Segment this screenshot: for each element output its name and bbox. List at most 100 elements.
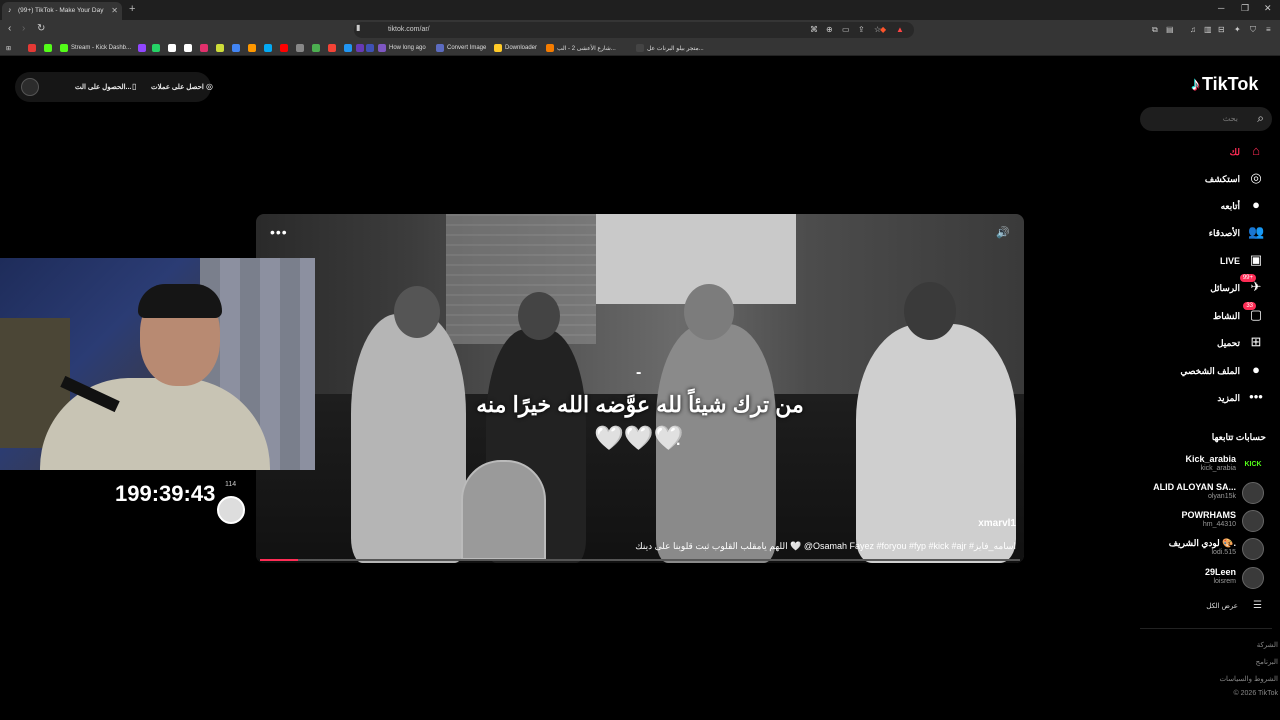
close-window-button[interactable]: ✕	[1264, 3, 1272, 14]
ai-icon[interactable]: ✦	[1234, 25, 1241, 34]
zoom-icon[interactable]: ⊕	[826, 25, 833, 34]
cast-icon[interactable]: ▭	[842, 25, 850, 34]
extensions-icon[interactable]: ⧉	[1152, 25, 1158, 35]
tabs-icon[interactable]: ⊟	[1218, 25, 1225, 34]
bookmark-item[interactable]	[264, 43, 272, 53]
bookmark-item[interactable]	[356, 43, 364, 53]
video-player[interactable]: ••• 🔊 - من ترك شيئاً لله عوَّضه الله خير…	[256, 214, 1024, 563]
account-username: lodi.515	[1211, 549, 1236, 556]
brave-shield-icon[interactable]: ◆	[880, 25, 886, 34]
bookmark-item[interactable]	[296, 43, 304, 53]
stream-avatar	[217, 496, 245, 524]
stream-count: 114	[225, 481, 237, 488]
search-icon[interactable]: ⌕	[1257, 111, 1264, 126]
bookmark-item[interactable]: Convert Image	[436, 43, 486, 53]
menu-icon[interactable]: ≡	[1266, 25, 1271, 34]
get-app-link[interactable]: الحصول على الت...	[75, 83, 131, 91]
followed-account[interactable]: Kick_arabia kick_arabia KICK	[1140, 454, 1268, 478]
back-button[interactable]: ‹	[8, 23, 11, 34]
bookmark-item[interactable]	[28, 43, 36, 53]
sidebar-item-for-you[interactable]: لك ⌂	[1140, 142, 1268, 162]
wallet-icon[interactable]: ▤	[1166, 25, 1174, 34]
followed-account[interactable]: POWRHAMS hm_44310	[1140, 510, 1268, 534]
bookmark-item[interactable]	[138, 43, 146, 53]
see-all-button[interactable]: عرض الكل ☰	[1140, 600, 1268, 614]
bookmark-item[interactable]	[312, 43, 320, 53]
bookmark-favicon-icon	[312, 44, 320, 52]
tab-title: (99+) TikTok - Make Your Day	[18, 7, 104, 14]
bookmark-item[interactable]	[216, 43, 224, 53]
apps-icon[interactable]: ⊞	[6, 43, 11, 53]
sidebar-item-label: الأصدقاء	[1208, 228, 1240, 238]
maximize-button[interactable]: ❐	[1241, 3, 1249, 14]
sidebar-item-explore[interactable]: استكشف ◎	[1140, 169, 1268, 189]
tab-tiktok[interactable]: ♪ (99+) TikTok - Make Your Day ✕	[2, 2, 122, 20]
promo-pill: الحصول على الت... ▯ احصل على عملات ◎	[15, 72, 213, 102]
sidebar-item-activity[interactable]: النشاط ▢ 33	[1140, 302, 1268, 326]
video-caption-dash: -	[636, 364, 642, 381]
bookmark-item[interactable]	[184, 43, 192, 53]
reload-button[interactable]: ↻	[37, 23, 45, 34]
footer-company-link[interactable]: الشركة	[1257, 641, 1278, 649]
video-person-head	[904, 282, 956, 340]
account-name: 29Leen	[1204, 567, 1236, 577]
translate-icon[interactable]: ⌘	[810, 25, 818, 34]
tiktok-logo[interactable]: ♪ TikTok	[1191, 74, 1258, 95]
bookmark-item[interactable]	[366, 43, 374, 53]
tab-close-icon[interactable]: ✕	[111, 6, 118, 15]
sidebar-item-friends[interactable]: الأصدقاء 👥	[1140, 223, 1268, 243]
sidebar-item-more[interactable]: المزيد •••	[1140, 388, 1268, 408]
forward-button[interactable]: ›	[22, 23, 25, 34]
get-coins-link[interactable]: احصل على عملات	[151, 83, 204, 91]
bookmark-item[interactable]	[232, 43, 240, 53]
new-tab-button[interactable]: +	[129, 3, 135, 15]
minimize-button[interactable]: ─	[1218, 3, 1224, 13]
bookmark-icon[interactable]: ▮	[356, 23, 360, 32]
sidebar-item-messages[interactable]: الرسائل ✈ 99+	[1140, 274, 1268, 298]
bookmark-favicon-icon	[232, 44, 240, 52]
followed-account[interactable]: ALID ALOYAN SA... olyan15k	[1140, 482, 1268, 506]
bookmark-item[interactable]	[168, 43, 176, 53]
followed-account[interactable]: لودي الشريف 🎨. lodi.515	[1140, 538, 1268, 562]
share-icon[interactable]: ⇪	[858, 25, 865, 34]
vpn-icon[interactable]: ⛉	[1250, 25, 1256, 35]
account-username: olyan15k	[1207, 493, 1236, 500]
sidebar-item-live[interactable]: LIVE ▣	[1140, 251, 1268, 271]
account-username: kick_arabia	[1200, 465, 1236, 472]
bookmark-item[interactable]	[152, 43, 160, 53]
sidebar-item-profile[interactable]: الملف الشخصي ●	[1140, 361, 1268, 381]
bookmark-item[interactable]	[248, 43, 256, 53]
following-icon: ●	[1252, 197, 1260, 212]
bookmark-item[interactable]	[344, 43, 352, 53]
bookmark-item[interactable]: Downloader	[494, 43, 537, 53]
bookmark-item[interactable]	[44, 43, 52, 53]
video-more-button[interactable]: •••	[270, 224, 288, 240]
bookmark-item[interactable]	[328, 43, 336, 53]
bookmark-item[interactable]: متجر بيلو البرنات عل...	[636, 43, 704, 53]
video-progress-bar[interactable]	[260, 559, 1020, 561]
sidebar-item-upload[interactable]: تحميل ⊞	[1140, 333, 1268, 353]
bookmark-favicon-icon	[200, 44, 208, 52]
sidebar-divider	[1140, 628, 1272, 629]
bookmark-item[interactable]: Stream - Kick Dashb...	[60, 43, 131, 53]
search-input[interactable]: بحث ⌕	[1140, 107, 1272, 131]
music-icon[interactable]: ♫	[1190, 25, 1196, 34]
sidebar-item-label: أتابعه	[1220, 201, 1240, 211]
video-description: اللهم يامقلب القلوب ثبت قلوبنا على دينك …	[635, 541, 1016, 551]
bookmark-item[interactable]	[200, 43, 208, 53]
bookmark-item[interactable]	[280, 43, 288, 53]
bookmark-label: How long ago	[389, 45, 426, 51]
footer-program-link[interactable]: البرنامج	[1256, 658, 1278, 666]
sidebar-icon[interactable]: ▥	[1204, 25, 1212, 34]
bookmark-item[interactable]: شارع الأعشى 2 - الب...	[546, 43, 616, 53]
followed-account[interactable]: 29Leen loisrem	[1140, 567, 1268, 591]
notification-badge: 99+	[1239, 274, 1256, 282]
bookmark-favicon-icon	[328, 44, 336, 52]
rewards-icon[interactable]: ▲	[896, 25, 904, 34]
bookmark-item[interactable]: How long ago	[378, 43, 426, 53]
sidebar-item-following[interactable]: أتابعه ●	[1140, 196, 1268, 216]
video-author[interactable]: xmarvl1	[978, 518, 1016, 529]
video-caption-dot: .	[676, 432, 681, 449]
footer-terms-link[interactable]: الشروط والسياسات	[1219, 675, 1278, 683]
volume-icon[interactable]: 🔊	[996, 226, 1010, 239]
